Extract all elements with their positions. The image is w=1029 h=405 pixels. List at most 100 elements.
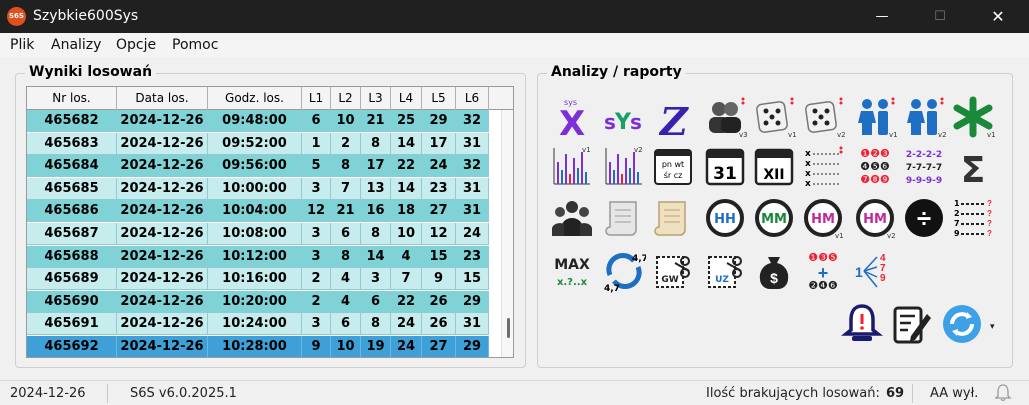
table-row[interactable]: 465684 2024-12-26 09:56:00 5 8 17 22 24 32 [27, 155, 501, 178]
svg-text:9: 9 [954, 229, 960, 238]
cut-uz-icon[interactable]: UZ [703, 249, 747, 293]
svg-text:2-2-2-2: 2-2-2-2 [906, 150, 942, 160]
plus-numbers-icon[interactable]: ❶❸❺ ❷❹❻ + [801, 249, 845, 293]
svg-text:31: 31 [713, 164, 737, 184]
calendar-weekday-icon[interactable]: pn wt śr cz [651, 144, 695, 188]
scroll-tan-icon[interactable] [651, 196, 695, 240]
app-logo-icon: S6S [7, 7, 26, 26]
svg-text:7: 7 [954, 219, 960, 228]
table-cell: 22 [391, 290, 422, 313]
title-bar: S6S Szybkie600Sys — ☐ ✕ [0, 0, 1029, 33]
svg-text:x: x [805, 159, 811, 169]
refresh-47-icon[interactable]: 4,7 4,7 [602, 249, 646, 293]
table-cell: 29 [456, 336, 489, 357]
table-row[interactable]: 465690 2024-12-26 10:20:00 2 4 6 22 26 29 [27, 290, 501, 313]
table-row[interactable]: 465686 2024-12-26 10:04:00 12 21 16 18 27 31 [27, 200, 501, 223]
table-cell: 5 [302, 155, 331, 178]
table-row[interactable]: 465685 2024-12-26 10:00:00 3 7 13 14 23 31 [27, 177, 501, 200]
number-tree-icon[interactable]: 1479 [853, 249, 897, 293]
edit-document-icon[interactable] [889, 302, 933, 346]
table-row[interactable]: 465682 2024-12-26 09:48:00 6 10 21 25 29 32 [27, 110, 501, 132]
svg-text:UZ: UZ [715, 275, 729, 285]
column-header[interactable]: Data los. [117, 87, 208, 110]
money-bag-icon[interactable]: $ [752, 249, 796, 293]
menu-analizy[interactable]: Analizy [51, 37, 101, 53]
max-icon[interactable]: MAX x.?..x [550, 249, 594, 293]
clock-hm-v2-icon[interactable]: HM v2 [853, 196, 897, 240]
table-cell: 4 [391, 245, 422, 268]
x-list-icon[interactable]: xxxx [801, 144, 845, 188]
close-button[interactable]: ✕ [969, 0, 1027, 33]
bar-chart-v1-icon[interactable]: v1 [550, 144, 594, 188]
clock-hh-icon[interactable]: HH [703, 196, 747, 240]
dice-v1-icon[interactable]: v1 [752, 95, 796, 139]
table-cell: 3 [302, 313, 331, 336]
results-group-title: Wyniki losowań [25, 64, 157, 80]
sigma-icon[interactable]: Σ [951, 144, 995, 188]
numbers-grid-icon[interactable]: ❶❷❸ ❹❺❻ ❼❽❾ [853, 144, 897, 188]
status-bar: 2024-12-26 S6S v6.0.2025.1 Ilość brakują… [0, 380, 1029, 405]
clock-mm-icon[interactable]: MM [752, 196, 796, 240]
clock-hm-v1-icon[interactable]: HM v1 [801, 196, 845, 240]
divide-icon[interactable]: ÷ [902, 196, 946, 240]
alarm-bell-icon[interactable] [840, 302, 884, 346]
status-separator [107, 384, 108, 403]
notification-bell-icon[interactable] [993, 383, 1013, 405]
table-cell: 8 [331, 155, 361, 178]
svg-text:pn wt: pn wt [662, 160, 684, 169]
table-cell: 16 [361, 200, 391, 223]
table-cell: 24 [422, 155, 456, 178]
column-header[interactable]: L4 [391, 87, 422, 110]
minimize-button[interactable]: — [853, 0, 911, 33]
menu-opcje[interactable]: Opcje [116, 37, 156, 53]
couple-v2-icon[interactable]: v2 [902, 95, 946, 139]
sys-text-icon[interactable]: sYs [602, 95, 646, 139]
table-cell: 25 [391, 110, 422, 132]
menu-pomoc[interactable]: Pomoc [172, 37, 218, 53]
table-row[interactable]: 465687 2024-12-26 10:08:00 3 6 8 10 12 24 [27, 223, 501, 245]
svg-text:Σ: Σ [961, 150, 986, 188]
column-header[interactable]: Godz. los. [208, 87, 302, 110]
numbered-list-icon[interactable]: 1 2 7 9???? [951, 196, 995, 240]
column-header[interactable]: L2 [331, 87, 361, 110]
maximize-button[interactable]: ☐ [911, 0, 969, 33]
scroll-gray-icon[interactable] [602, 196, 646, 240]
svg-text:XII: XII [763, 167, 784, 183]
dice-v2-icon[interactable]: v2 [801, 95, 845, 139]
z-letter-icon[interactable]: Z [651, 95, 695, 139]
table-row[interactable]: 465692 2024-12-26 10:28:00 9 10 19 24 27 29 [27, 336, 501, 357]
menu-plik[interactable]: Plik [10, 37, 34, 53]
couple-v1-icon[interactable]: v1 [853, 95, 897, 139]
group-icon[interactable] [550, 196, 594, 240]
green-star-icon[interactable]: v1 [951, 95, 995, 139]
analyses-group-title: Analizy / raporty [547, 64, 686, 80]
users-v3-icon[interactable]: v3 [703, 95, 747, 139]
column-header[interactable]: Nr los. [27, 87, 117, 110]
table-row[interactable]: 465689 2024-12-26 10:16:00 2 4 3 7 9 15 [27, 268, 501, 291]
sync-dropdown-arrow[interactable]: ▾ [990, 321, 995, 332]
repeat-numbers-icon[interactable]: 2-2-2-2 7-7-7-7 9-9-9-9 [902, 144, 946, 188]
table-cell: 465689 [27, 268, 117, 291]
table-row[interactable]: 465691 2024-12-26 10:24:00 3 6 8 24 26 31 [27, 313, 501, 336]
calendar-31-icon[interactable]: 31 [703, 144, 747, 188]
table-cell: 22 [391, 155, 422, 178]
table-cell: 3 [361, 268, 391, 291]
sync-icon[interactable] [940, 302, 984, 346]
calendar-xii-icon[interactable]: XII [752, 144, 796, 188]
table-row[interactable]: 465683 2024-12-26 09:52:00 1 2 8 14 17 31 [27, 132, 501, 155]
table-cell: 12 [422, 223, 456, 245]
column-header[interactable]: L5 [422, 87, 456, 110]
column-header[interactable]: L6 [456, 87, 489, 110]
table-scrollbar[interactable] [501, 110, 513, 357]
cut-gw-icon[interactable]: GW [651, 249, 695, 293]
table-cell: 27 [422, 200, 456, 223]
bar-chart-v2-icon[interactable]: v2 [602, 144, 646, 188]
column-header[interactable]: L3 [361, 87, 391, 110]
results-table[interactable]: Nr los. Data los. Godz. los. L1 L2 L3 L4 L5 L6 4… [26, 86, 514, 358]
sys-x-icon[interactable]: sys X [550, 95, 594, 139]
scrollbar-thumb[interactable] [507, 318, 510, 338]
table-cell: 17 [361, 155, 391, 178]
column-header[interactable]: L1 [302, 87, 331, 110]
table-cell: 2024-12-26 [117, 313, 208, 336]
table-row[interactable]: 465688 2024-12-26 10:12:00 3 8 14 4 15 23 [27, 245, 501, 268]
